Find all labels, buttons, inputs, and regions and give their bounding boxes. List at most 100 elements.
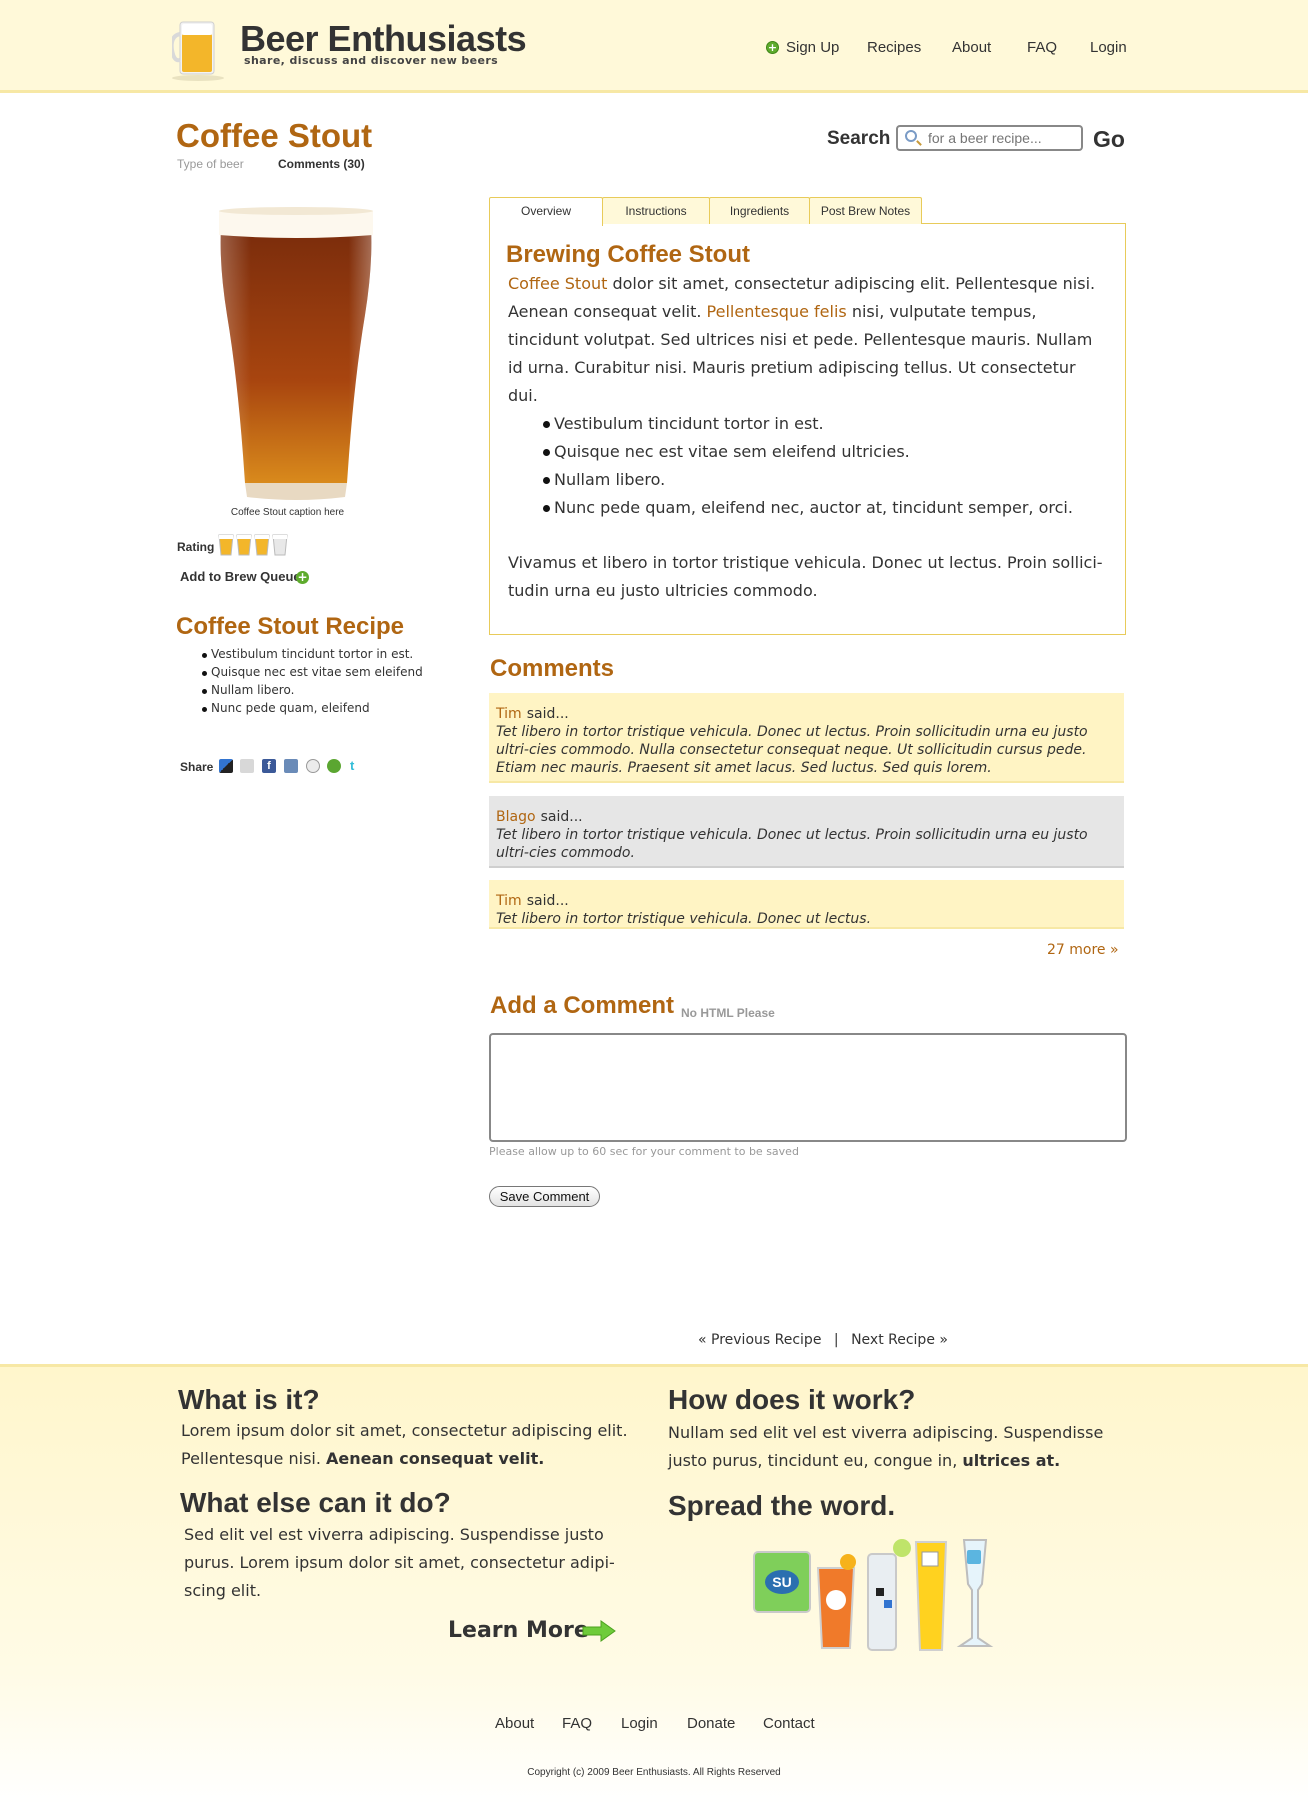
rating-cup-filled-icon[interactable]	[218, 534, 234, 556]
twitter-icon[interactable]: t	[350, 759, 364, 773]
comment-said: said...	[540, 809, 583, 825]
comment-body: Tet libero in tortor tristique vehicula.…	[496, 911, 872, 927]
image-caption: Coffee Stout caption here	[230, 507, 345, 518]
learn-more-link[interactable]: Learn More	[448, 1618, 589, 1643]
coffee-stout-link[interactable]: Coffee Stout	[508, 274, 607, 293]
overview-title: Brewing Coffee Stout	[506, 241, 750, 268]
comment-author[interactable]: Tim	[496, 706, 522, 722]
nav-recipes[interactable]: Recipes	[867, 39, 921, 56]
plus-icon[interactable]: +	[296, 571, 309, 584]
list-item: Nunc pede quam, eleifend nec, auctor at,…	[543, 494, 1073, 522]
subtab-type-of-beer[interactable]: Type of beer	[177, 157, 244, 171]
footer-nav-contact[interactable]: Contact	[763, 1715, 815, 1732]
digg-drink-icon[interactable]	[914, 1541, 948, 1651]
subtab-comments[interactable]: Comments (30)	[278, 157, 365, 171]
comment-said: said...	[526, 706, 569, 722]
arrow-right-icon[interactable]	[582, 1620, 616, 1642]
search-box[interactable]	[896, 125, 1083, 151]
rating-label: Rating	[177, 540, 215, 554]
spread-the-word-heading: Spread the word.	[668, 1490, 896, 1521]
footer-nav-login[interactable]: Login	[621, 1715, 658, 1732]
how-does-it-work-heading: How does it work?	[668, 1384, 916, 1415]
footer-nav-about[interactable]: About	[495, 1715, 534, 1732]
add-comment-heading: Add a Comment	[490, 992, 675, 1019]
save-comment-button[interactable]: Save Comment	[489, 1186, 600, 1207]
add-to-brew-queue-link[interactable]: Add to Brew Queue	[180, 569, 301, 584]
comment-body: Tet libero in tortor tristique vehicula.…	[496, 724, 1088, 776]
search-input[interactable]	[928, 130, 1078, 146]
comments-heading: Comments	[490, 655, 615, 682]
comment-said: said...	[526, 893, 569, 909]
next-recipe-link[interactable]: Next Recipe »	[851, 1332, 948, 1348]
delicious-icon[interactable]	[219, 759, 233, 773]
what-else-heading: What else can it do?	[180, 1487, 451, 1518]
twitter-drink-icon[interactable]	[956, 1539, 994, 1647]
more-comments-link[interactable]: 27 more »	[1047, 942, 1119, 958]
signup-plus-icon: +	[766, 41, 779, 54]
reddit-drink-icon[interactable]	[816, 1554, 856, 1649]
page-title: Coffee Stout	[176, 117, 373, 154]
nav-login[interactable]: Login	[1090, 39, 1127, 56]
beer-glass-image	[219, 207, 373, 500]
recipe-heading: Coffee Stout Recipe	[176, 613, 405, 640]
list-item: Vestibulum tincidunt tortor in est.	[543, 410, 1073, 438]
reddit-icon[interactable]	[306, 759, 320, 773]
tab-post-brew-notes[interactable]: Post Brew Notes	[809, 197, 922, 224]
rating-cup-empty-icon[interactable]	[272, 534, 288, 556]
delicious-drink-icon[interactable]	[867, 1539, 911, 1651]
search-label: Search	[827, 128, 891, 149]
comment-textarea[interactable]	[489, 1033, 1127, 1142]
rating-cup-filled-icon[interactable]	[236, 534, 252, 556]
list-item: Quisque nec est vitae sem eleifend ultri…	[543, 438, 1073, 466]
facebook-icon[interactable]: f	[262, 759, 276, 773]
what-bold: Aenean consequat velit.	[326, 1449, 545, 1468]
list-item: Nullam libero.	[543, 466, 1073, 494]
stumbleupon-icon[interactable]	[327, 759, 341, 773]
stumbleupon-drink-icon[interactable]: SU	[753, 1551, 811, 1613]
footer-nav-faq[interactable]: FAQ	[562, 1715, 592, 1732]
tab-ingredients[interactable]: Ingredients	[709, 197, 810, 224]
overview-paragraph: Coffee Stout dolor sit amet, consectetur…	[508, 270, 1108, 410]
list-item: Nunc pede quam, eleifend	[202, 701, 423, 719]
svg-text:SU: SU	[772, 1574, 791, 1590]
rating-cup-filled-icon[interactable]	[254, 534, 270, 556]
search-icon	[905, 130, 917, 142]
how-does-it-work-text: Nullam sed elit vel est viverra adipisci…	[668, 1419, 1128, 1475]
comment-item: Blago said... Tet libero in tortor trist…	[489, 796, 1124, 868]
comment-body: Tet libero in tortor tristique vehicula.…	[496, 827, 1088, 861]
copyright-text: Copyright (c) 2009 Beer Enthusiasts. All…	[527, 1767, 781, 1778]
footer-nav-donate[interactable]: Donate	[687, 1715, 735, 1732]
comment-item: Tim said... Tet libero in tortor tristiq…	[489, 880, 1124, 929]
pellentesque-felis-link[interactable]: Pellentesque felis	[707, 302, 847, 321]
nav-about[interactable]: About	[952, 39, 991, 56]
previous-recipe-link[interactable]: « Previous Recipe	[698, 1332, 821, 1348]
add-comment-note: No HTML Please	[681, 1006, 775, 1020]
nav-faq[interactable]: FAQ	[1027, 39, 1057, 56]
list-item: Quisque nec est vitae sem eleifend	[202, 665, 423, 683]
nav-signup[interactable]: Sign Up	[786, 39, 839, 56]
recipe-pager: « Previous Recipe | Next Recipe »	[698, 1332, 948, 1348]
comment-author[interactable]: Tim	[496, 893, 522, 909]
site-tagline: share, discuss and discover new beers	[244, 54, 499, 67]
friendfeed-icon[interactable]	[284, 759, 298, 773]
list-item: Vestibulum tincidunt tortor in est.	[202, 647, 423, 665]
recipe-list: Vestibulum tincidunt tortor in est. Quis…	[202, 647, 423, 719]
comment-item: Tim said... Tet libero in tortor tristiq…	[489, 693, 1124, 783]
save-note: Please allow up to 60 sec for your comme…	[489, 1145, 799, 1158]
tab-instructions[interactable]: Instructions	[602, 197, 710, 224]
search-go-button[interactable]: Go	[1093, 126, 1125, 153]
what-is-it-text: Lorem ipsum dolor sit amet, consectetur …	[181, 1417, 641, 1473]
comment-author[interactable]: Blago	[496, 809, 536, 825]
list-item: Nullam libero.	[202, 683, 423, 701]
what-else-text: Sed elit vel est viverra adipiscing. Sus…	[184, 1525, 615, 1600]
pager-separator: |	[833, 1332, 839, 1348]
share-label: Share	[180, 760, 214, 774]
overview-closing: Vivamus et libero in tortor tristique ve…	[508, 553, 1103, 600]
tab-overview[interactable]: Overview	[489, 197, 603, 226]
beer-mug-logo-icon[interactable]	[172, 12, 232, 82]
what-is-it-heading: What is it?	[178, 1384, 320, 1415]
how-bold: ultrices at.	[962, 1451, 1061, 1470]
overview-bullets: Vestibulum tincidunt tortor in est. Quis…	[543, 410, 1073, 522]
social-drinks-illustration: SU	[753, 1539, 994, 1651]
digg-icon[interactable]	[240, 759, 254, 773]
